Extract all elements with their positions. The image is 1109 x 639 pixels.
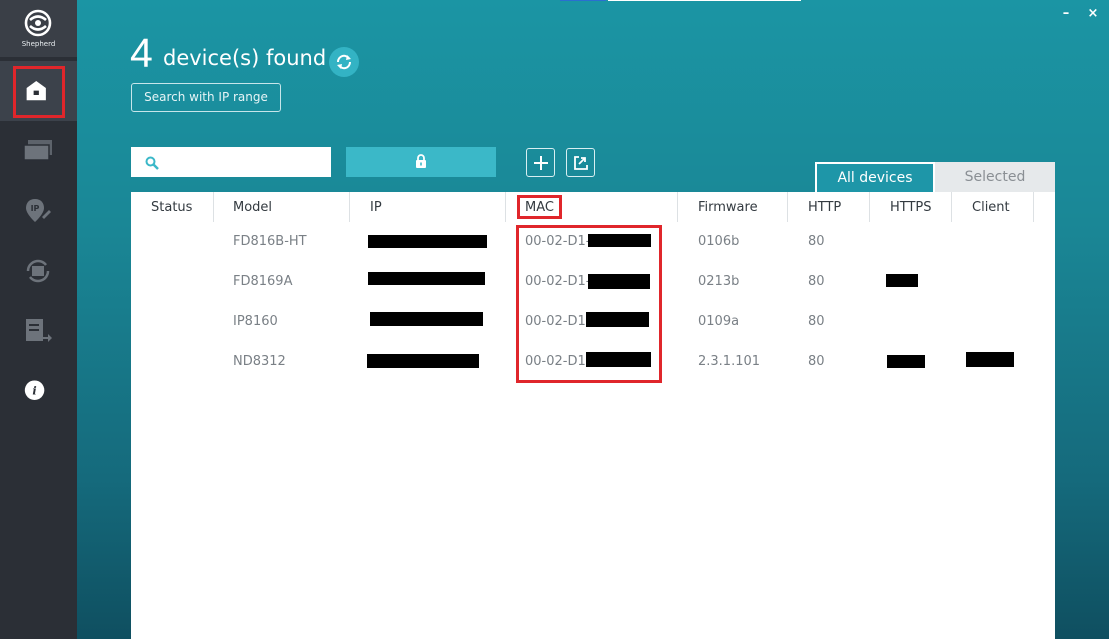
- refresh-button[interactable]: [329, 47, 359, 77]
- column-divider: [349, 192, 350, 222]
- lock-icon: [416, 154, 426, 168]
- redacted-mac: [586, 352, 651, 367]
- sync-icon: [26, 259, 50, 283]
- redacted-https: [887, 355, 925, 368]
- column-header-status[interactable]: Status: [151, 200, 192, 216]
- search-icon: [145, 156, 159, 170]
- cell-http: 80: [808, 314, 825, 329]
- column-divider: [1033, 192, 1034, 222]
- mac-header-highlight-box: [517, 195, 562, 219]
- redacted-ip: [368, 235, 487, 248]
- sidebar-item-info[interactable]: i: [0, 361, 77, 421]
- search-input[interactable]: [165, 147, 325, 177]
- devices-icon: [23, 140, 52, 161]
- redacted-client: [966, 352, 1014, 367]
- search-box: [131, 147, 331, 177]
- sidebar: Shepherd IP i: [0, 0, 77, 639]
- sidebar-item-reports[interactable]: [0, 301, 77, 361]
- cell-http: 80: [808, 274, 825, 289]
- ip-icon-label: IP: [31, 204, 40, 213]
- cell-mac: 00-02-D1: [525, 354, 586, 369]
- info-icon-glyph: i: [32, 383, 36, 397]
- export-button[interactable]: [566, 148, 595, 177]
- cell-mac: 00-02-D1-: [525, 274, 591, 289]
- cell-http: 80: [808, 234, 825, 249]
- lock-button[interactable]: [346, 147, 496, 177]
- minimize-button[interactable]: –: [1058, 6, 1074, 22]
- shepherd-logo-icon: [24, 9, 52, 37]
- column-header-client[interactable]: Client: [972, 200, 1010, 216]
- device-table: Status Model IP MAC Firmware HTTP HTTPS …: [131, 192, 1055, 639]
- cell-model: FD8169A: [233, 274, 293, 289]
- cell-model: ND8312: [233, 354, 286, 369]
- search-ip-range-button[interactable]: Search with IP range: [131, 83, 281, 112]
- cell-firmware: 2.3.1.101: [698, 354, 761, 369]
- column-divider: [677, 192, 678, 222]
- sidebar-item-devices[interactable]: [0, 121, 77, 181]
- column-divider: [951, 192, 952, 222]
- home-highlight-box: [13, 66, 65, 118]
- cell-http: 80: [808, 354, 825, 369]
- cell-mac: 00-02-D1: [525, 314, 586, 329]
- cell-mac: 00-02-D1-: [525, 234, 591, 249]
- ip-location-icon: IP: [26, 199, 51, 222]
- app-logo: Shepherd: [0, 0, 77, 57]
- cell-firmware: 0106b: [698, 234, 740, 249]
- app-logo-text: Shepherd: [21, 40, 56, 48]
- redacted-mac: [588, 274, 650, 289]
- column-divider: [505, 192, 506, 222]
- column-divider: [869, 192, 870, 222]
- close-button[interactable]: ×: [1085, 6, 1101, 22]
- redacted-ip: [370, 312, 483, 326]
- info-icon: i: [24, 380, 45, 400]
- add-device-button[interactable]: [526, 148, 555, 177]
- export-icon: [574, 156, 588, 170]
- redacted-https: [886, 274, 918, 287]
- cell-firmware: 0109a: [698, 314, 740, 329]
- tab-all-devices[interactable]: All devices: [815, 162, 935, 192]
- cell-model: IP8160: [233, 314, 278, 329]
- column-header-firmware[interactable]: Firmware: [698, 200, 758, 216]
- devices-found-label: device(s) found: [163, 46, 327, 70]
- cell-model: FD816B-HT: [233, 234, 307, 249]
- device-count: 4: [130, 30, 153, 76]
- redacted-mac: [586, 312, 649, 327]
- column-header-https[interactable]: HTTPS: [890, 200, 932, 216]
- top-progress-accent: [560, 0, 606, 1]
- top-progress-track: [608, 0, 801, 1]
- refresh-icon: [336, 54, 352, 70]
- redacted-ip: [367, 354, 479, 368]
- plus-icon: [534, 156, 548, 170]
- column-header-http[interactable]: HTTP: [808, 200, 841, 216]
- tab-selected[interactable]: Selected: [935, 162, 1055, 192]
- cell-firmware: 0213b: [698, 274, 740, 289]
- sidebar-item-sync[interactable]: [0, 241, 77, 301]
- report-export-icon: [26, 319, 52, 342]
- column-header-model[interactable]: Model: [233, 200, 272, 216]
- column-divider: [213, 192, 214, 222]
- sidebar-item-ip[interactable]: IP: [0, 181, 77, 241]
- column-divider: [787, 192, 788, 222]
- redacted-ip: [368, 272, 485, 285]
- column-header-ip[interactable]: IP: [370, 200, 382, 216]
- redacted-mac: [588, 234, 651, 247]
